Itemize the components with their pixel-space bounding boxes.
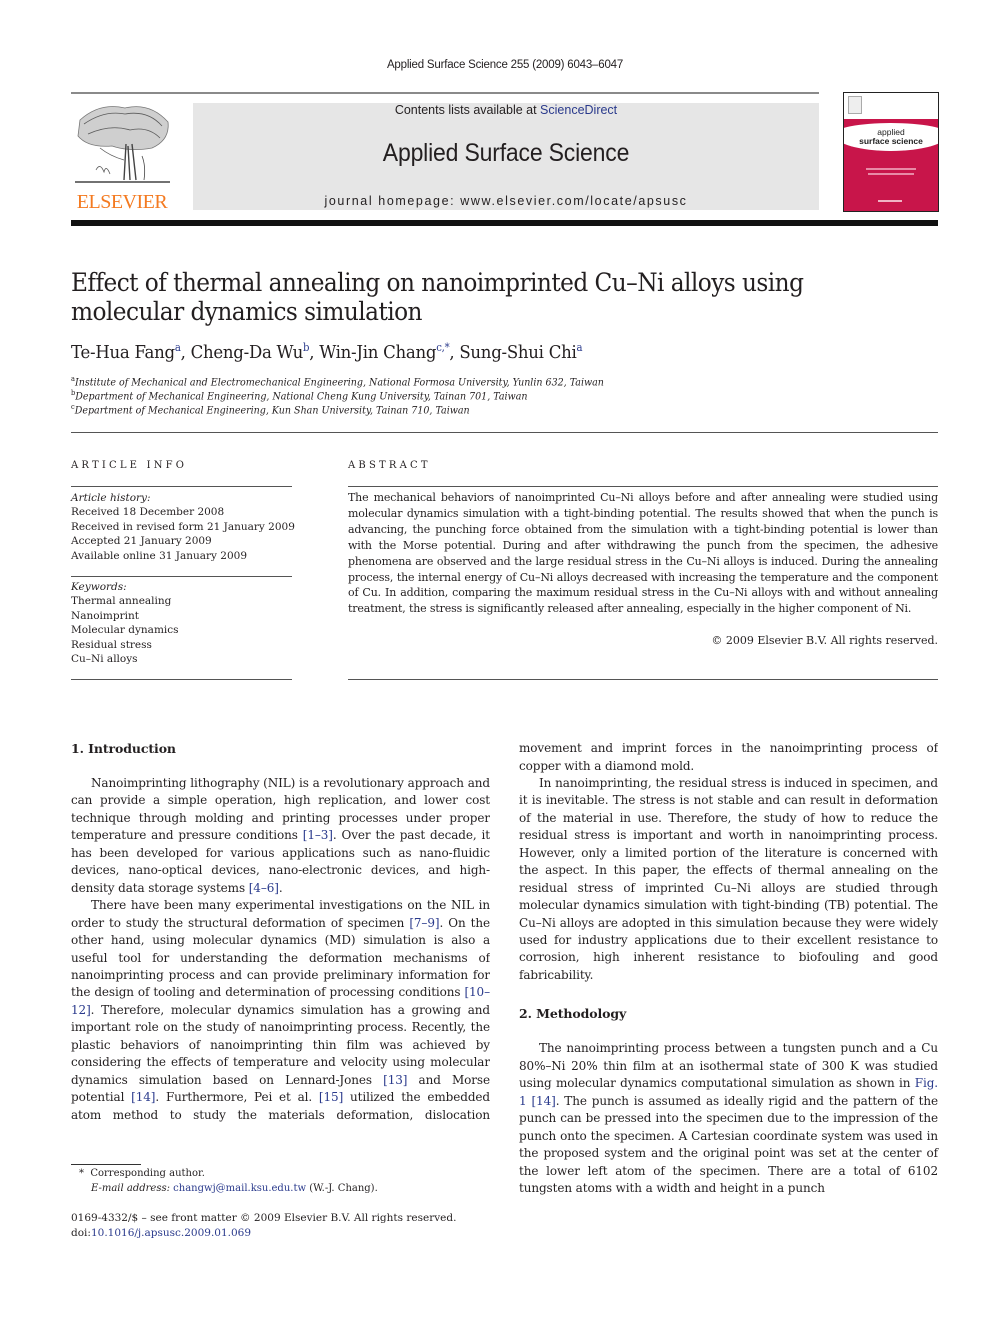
section-heading-methodology: 2. Methodology: [519, 1006, 627, 1022]
article-info-heading: ARTICLE INFO: [71, 460, 188, 471]
abstract-heading: ABSTRACT: [348, 460, 431, 471]
abstract-text: The mechanical behaviors of nanoimprinte…: [348, 491, 938, 616]
citation-link[interactable]: [13]: [383, 1073, 407, 1087]
cover-publisher-mark: [878, 200, 902, 202]
author-affil-sup[interactable]: b: [303, 341, 309, 354]
doi-link[interactable]: 10.1016/j.apsusc.2009.01.069: [91, 1227, 251, 1239]
author[interactable]: Cheng-Da Wu: [191, 342, 304, 363]
affiliation: cDepartment of Mechanical Engineering, K…: [71, 403, 470, 417]
affiliation: bDepartment of Mechanical Engineering, N…: [71, 389, 528, 403]
paragraph-continued: There have been many experimental invest…: [519, 741, 938, 773]
citation-link[interactable]: [14]: [531, 1094, 555, 1108]
running-head: Applied Surface Science 255 (2009) 6043–…: [386, 59, 624, 71]
author-affil-sup[interactable]: c,*: [436, 341, 449, 354]
corresponding-label: Corresponding author.: [90, 1168, 205, 1179]
corresponding-author-footnote: * Corresponding author. E-mail address: …: [79, 1168, 378, 1194]
keyword: Cu–Ni alloys: [71, 653, 138, 666]
history-label: Article history:: [71, 492, 151, 504]
citation-link[interactable]: [15]: [319, 1090, 343, 1104]
author[interactable]: Win-Jin Chang: [319, 342, 436, 363]
keyword: Residual stress: [71, 638, 152, 651]
author-list: Te-Hua Fanga, Cheng-Da Wub, Win-Jin Chan…: [71, 341, 583, 363]
keyword: Molecular dynamics: [71, 624, 179, 637]
tree-icon: [75, 106, 170, 183]
footnote-rule: [71, 1164, 141, 1165]
divider: [348, 679, 938, 680]
affiliation: aInstitute of Mechanical and Electromech…: [71, 375, 604, 389]
body-column-right: There have been many experimental invest…: [519, 740, 938, 1197]
email-link[interactable]: changwj@mail.ksu.edu.tw: [173, 1183, 306, 1194]
cover-subtitle-line: [866, 168, 916, 170]
paragraph: Nanoimprinting lithography (NIL) is a re…: [71, 776, 490, 895]
sciencedirect-link[interactable]: ScienceDirect: [540, 103, 617, 117]
author[interactable]: Sung-Shui Chi: [459, 342, 576, 363]
citation-link[interactable]: [1–3]: [303, 828, 333, 842]
abstract-copyright: © 2009 Elsevier B.V. All rights reserved…: [711, 634, 938, 647]
keywords-label: Keywords:: [71, 581, 127, 593]
article-title: Effect of thermal annealing on nanoimpri…: [71, 268, 804, 326]
article-history: Article history: Received 18 December 20…: [71, 491, 301, 563]
divider: [71, 486, 292, 487]
cover-mini-logo: [848, 96, 862, 114]
keyword: Thermal annealing: [71, 595, 172, 608]
section-heading-introduction: 1. Introduction: [71, 741, 176, 756]
elsevier-logo[interactable]: ELSEVIER: [70, 100, 174, 213]
paragraph: In nanoimprinting, the residual stress i…: [519, 775, 938, 982]
history-item: Accepted 21 January 2009: [71, 535, 212, 548]
front-matter: 0169-4332/$ – see front matter © 2009 El…: [71, 1212, 457, 1239]
history-item: Received 18 December 2008: [71, 506, 225, 519]
citation-link[interactable]: [7–9]: [409, 916, 439, 930]
author-affil-sup[interactable]: a: [576, 341, 582, 354]
elsevier-wordmark: ELSEVIER: [76, 191, 168, 213]
history-item: Available online 31 January 2009: [71, 549, 248, 562]
paragraph: There have been many experimental invest…: [71, 898, 490, 1122]
divider: [71, 679, 292, 680]
body-column-left: 1. Introduction Nanoimprinting lithograp…: [71, 740, 490, 1124]
journal-name: Applied Surface Science: [382, 139, 630, 167]
issn-line: 0169-4332/$ – see front matter © 2009 El…: [71, 1212, 457, 1224]
citation-link[interactable]: [4–6]: [249, 881, 279, 895]
history-item: Received in revised form 21 January 2009: [71, 520, 295, 533]
journal-homepage[interactable]: journal homepage: www.elsevier.com/locat…: [193, 194, 819, 208]
paragraph: The nanoimprinting process between a tun…: [519, 1041, 938, 1196]
cover-title: applied surface science: [859, 127, 923, 146]
divider: [71, 576, 292, 577]
journal-cover-thumbnail[interactable]: applied surface science: [843, 92, 939, 212]
keywords: Keywords: Thermal annealing Nanoimprint …: [71, 580, 301, 666]
citation-link[interactable]: [14]: [131, 1090, 155, 1104]
author[interactable]: Te-Hua Fang: [71, 342, 175, 363]
header-thick-rule: [71, 220, 938, 226]
contents-prefix: Contents lists available at: [394, 103, 541, 117]
divider: [71, 432, 938, 433]
contents-line: Contents lists available at ScienceDirec…: [193, 103, 819, 117]
cover-subtitle-line: [868, 173, 914, 175]
top-rule: [71, 92, 819, 94]
keyword: Nanoimprint: [71, 609, 139, 622]
author-affil-sup[interactable]: a: [175, 341, 181, 354]
divider: [348, 486, 938, 487]
